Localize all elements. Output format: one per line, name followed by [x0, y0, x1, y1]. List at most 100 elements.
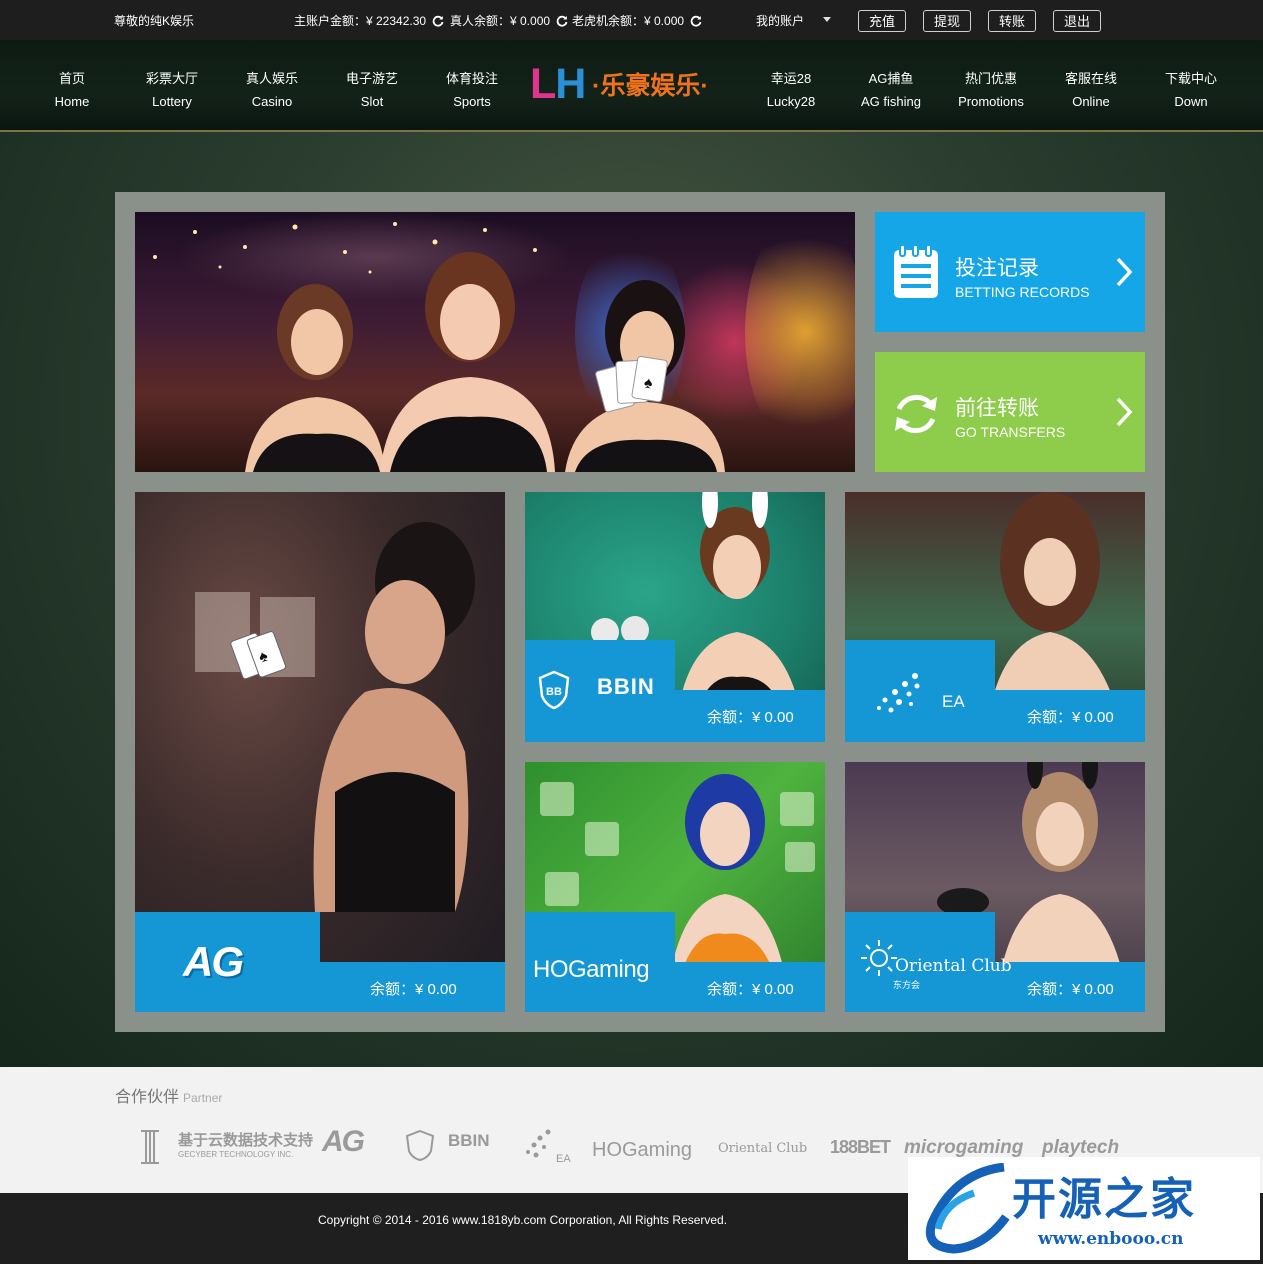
- nav-lottery[interactable]: 彩票大厅 Lottery: [122, 67, 222, 113]
- tile-balance: 余额：¥ 0.00: [1027, 709, 1114, 726]
- nav-label-en: Online: [1072, 94, 1110, 109]
- nav-home[interactable]: 首页 Home: [22, 67, 122, 113]
- chevron-right-icon: [1116, 257, 1133, 287]
- game-tile-bbin[interactable]: BB BBIN 余额：¥ 0.00: [525, 492, 825, 742]
- partner-logo-oriental-club: Oriental Club: [718, 1141, 808, 1156]
- partner-logo-ea: EA: [556, 1153, 571, 1165]
- partner-logo-gecyber-sub: GECYBER TECHNOLOGY INC.: [178, 1150, 294, 1159]
- ea-logo-text: EA: [942, 692, 965, 711]
- nav-lucky28[interactable]: 幸运28 Lucky28: [741, 67, 841, 113]
- svg-text:BB: BB: [546, 686, 562, 698]
- site-logo[interactable]: LH ·乐豪娱乐·: [530, 62, 740, 106]
- logo-letter-l: L: [530, 60, 556, 108]
- watermark-title: 开源之家: [1012, 1175, 1196, 1224]
- quick-label-cn: 前往转账: [955, 397, 1039, 420]
- nav-label-en: Lottery: [152, 94, 192, 109]
- ea-dots-icon: [526, 1129, 551, 1158]
- refresh-icon[interactable]: [690, 15, 702, 27]
- tile-balance: 余额：¥ 0.00: [707, 981, 794, 998]
- main-balance-text: 主账户金额：¥ 22342.30: [294, 14, 427, 28]
- nav-label-cn: 电子游艺: [345, 71, 398, 86]
- top-bar: 尊敬的纯K娱乐 主账户金额：¥ 22342.30 真人余额：¥ 0.000 老虎…: [0, 0, 1263, 40]
- partner-logo-playtech: playtech: [1042, 1137, 1120, 1158]
- transfer-button[interactable]: 转账: [988, 10, 1036, 32]
- nav-download[interactable]: 下载中心 Down: [1141, 67, 1241, 113]
- nav-label-cn: 彩票大厅: [145, 71, 198, 86]
- chevron-down-icon[interactable]: [823, 17, 831, 22]
- live-balance-text: 真人余额：¥ 0.000: [450, 14, 551, 28]
- partner-logo-188bet: 188BET: [830, 1137, 891, 1157]
- quick-label-en: GO TRANSFERS: [955, 424, 1066, 440]
- nav-label-cn: 首页: [58, 71, 85, 86]
- nav-online[interactable]: 客服在线 Online: [1041, 67, 1141, 113]
- partners-title-cn: 合作伙伴: [115, 1089, 180, 1106]
- ag-logo: AG: [183, 938, 244, 985]
- shield-icon: BB: [538, 670, 570, 710]
- clipboard-icon: [894, 244, 938, 298]
- nav-label-en: Promotions: [958, 94, 1024, 109]
- game-tile-oriental-club[interactable]: Oriental Club 东方会 余额：¥ 0.00: [845, 762, 1145, 1012]
- refresh-icon: [895, 394, 937, 434]
- slot-balance-text: 老虎机余额：¥ 0.000: [572, 14, 685, 28]
- nav-label-cn: 真人娱乐: [245, 71, 298, 86]
- bbin-logo: BBIN: [597, 674, 655, 699]
- copyright-text: Copyright © 2014 - 2016 www.1818yb.com C…: [318, 1213, 728, 1227]
- quick-label-cn: 投注记录: [955, 257, 1039, 280]
- greeting-text: 尊敬的纯K娱乐: [114, 14, 195, 28]
- go-transfers-button[interactable]: 前往转账 GO TRANSFERS: [875, 352, 1145, 472]
- nav-label-en: Casino: [251, 94, 293, 109]
- nav-label-en: Sports: [453, 94, 491, 109]
- quick-label-en: BETTING RECORDS: [955, 284, 1090, 300]
- withdraw-button[interactable]: 提现: [923, 10, 971, 32]
- hero-banner[interactable]: ♠: [135, 212, 855, 472]
- watermark-logo-icon: [925, 1163, 1010, 1254]
- refresh-icon[interactable]: [556, 15, 568, 27]
- nav-sports[interactable]: 体育投注 Sports: [422, 67, 522, 113]
- betting-records-button[interactable]: 投注记录 BETTING RECORDS: [875, 212, 1145, 332]
- oriental-club-logo: Oriental Club: [895, 956, 1012, 976]
- partner-logo-microgaming: microgaming: [904, 1137, 1024, 1158]
- tile-balance: 余额：¥ 0.00: [707, 709, 794, 726]
- nav-label-cn: 下载中心: [1164, 71, 1217, 86]
- nav-label-cn: 热门优惠: [964, 71, 1017, 86]
- nav-label-en: Lucky28: [766, 94, 816, 109]
- partner-logo-hogaming: HOGaming: [592, 1139, 693, 1161]
- refresh-icon[interactable]: [432, 15, 444, 27]
- bbin-shield-icon: [405, 1129, 435, 1161]
- nav-slot[interactable]: 电子游艺 Slot: [322, 67, 422, 113]
- tile-balance: 余额：¥ 0.00: [370, 981, 457, 998]
- sun-logo-icon: [861, 940, 897, 976]
- nav-label-cn: 体育投注: [445, 71, 498, 86]
- logout-button[interactable]: 退出: [1053, 10, 1101, 32]
- nav-ag-fishing[interactable]: AG捕鱼 AG fishing: [841, 67, 941, 113]
- partners-title: 合作伙伴 Partner: [115, 1083, 222, 1107]
- oriental-club-sub: 东方会: [893, 980, 921, 990]
- hogaming-logo: HOGaming: [533, 956, 650, 983]
- watermark-url: www.enbooo.cn: [1038, 1229, 1184, 1249]
- partners-title-en: Partner: [183, 1091, 223, 1105]
- main-balance: 主账户金额：¥ 22342.30: [294, 12, 444, 29]
- ea-logo-mark: [877, 673, 920, 713]
- tile-balance: 余额：¥ 0.00: [1027, 981, 1114, 998]
- game-tile-ea[interactable]: EA 余额：¥ 0.00: [845, 492, 1145, 742]
- chevron-right-icon: [1116, 397, 1133, 427]
- nav-label-en: Down: [1174, 94, 1208, 109]
- partner-logo-gecyber: 基于云数据技术支持: [178, 1132, 314, 1149]
- logo-text: ·乐豪娱乐·: [592, 72, 709, 100]
- my-account-menu[interactable]: 我的账户: [756, 12, 804, 29]
- nav-label-cn: AG捕鱼: [868, 71, 914, 86]
- nav-promotions[interactable]: 热门优惠 Promotions: [941, 67, 1041, 113]
- nav-label-cn: 幸运28: [770, 71, 812, 86]
- banner-illustration: ♠: [153, 222, 725, 472]
- slot-balance: 老虎机余额：¥ 0.000: [572, 12, 702, 29]
- partner-logo-bbin: BBIN: [448, 1131, 490, 1150]
- nav-casino[interactable]: 真人娱乐 Casino: [222, 67, 322, 113]
- game-tile-hogaming[interactable]: HOGaming 余额：¥ 0.00: [525, 762, 825, 1012]
- nav-label-en: Home: [54, 94, 90, 109]
- logo-letters: LH: [530, 60, 586, 108]
- nav-label-en: Slot: [360, 94, 384, 109]
- nav-label-en: AG fishing: [861, 94, 921, 109]
- game-tile-ag[interactable]: ♠ AG 余额：¥ 0.00: [135, 492, 505, 1012]
- deposit-button[interactable]: 充值: [858, 10, 906, 32]
- nav-label-cn: 客服在线: [1064, 71, 1117, 86]
